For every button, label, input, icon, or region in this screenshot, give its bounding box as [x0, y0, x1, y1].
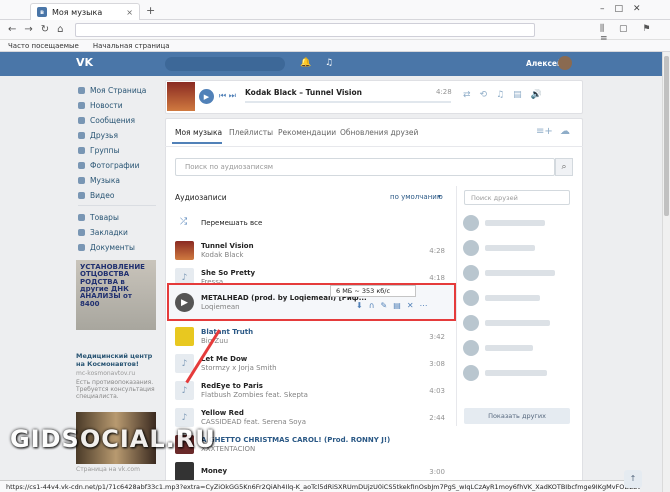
friend-item[interactable]: [463, 290, 575, 306]
tab-my-music[interactable]: Моя музыка: [175, 128, 222, 137]
bitrate-tooltip: 6 МБ ~ 353 кб/с: [330, 285, 416, 297]
friend-item[interactable]: [463, 215, 575, 231]
photo-icon: [78, 162, 85, 169]
status-bar-url: https://cs1-44v4.vk-cdn.net/p1/71c6428ab…: [0, 480, 640, 492]
sidebar-item-video[interactable]: Видео: [78, 191, 158, 200]
window-controls[interactable]: –□✕: [600, 4, 651, 14]
music-icon: [78, 177, 85, 184]
sidebar-item-groups[interactable]: Группы: [78, 146, 158, 155]
friend-item[interactable]: [463, 365, 575, 381]
tab-close-icon[interactable]: ×: [126, 8, 133, 17]
sidebar-item-goods[interactable]: Товары: [78, 213, 158, 222]
bookmark-frequent[interactable]: Часто посещаемые: [8, 42, 79, 50]
goods-icon: [78, 214, 85, 221]
avatar: [463, 315, 479, 331]
tab-recommendations[interactable]: Рекомендации: [278, 128, 336, 137]
play-icon[interactable]: ▶: [175, 293, 194, 312]
home-icon: [78, 87, 85, 94]
avatar: [463, 340, 479, 356]
avatar[interactable]: [558, 56, 572, 70]
ad-banner[interactable]: УСТАНОВЛЕНИЕ ОТЦОВСТВА РОДСТВА в другие …: [76, 260, 156, 330]
scroll-up-icon[interactable]: ↑: [624, 470, 642, 488]
sidebar-item-docs[interactable]: Документы: [78, 243, 158, 252]
player-track-title: Kodak Black – Tunnel Vision: [245, 88, 362, 97]
sidebar-item-profile[interactable]: Моя Страница: [78, 86, 158, 95]
prev-next-icon[interactable]: ⏮ ⏭: [219, 91, 236, 101]
tab-active-indicator: [172, 142, 222, 144]
sort-select[interactable]: по умолчанию: [390, 193, 443, 201]
bell-icon[interactable]: 🔔: [300, 58, 311, 68]
sidebar-item-bookmarks[interactable]: Закладки: [78, 228, 158, 237]
player-progress[interactable]: [245, 101, 451, 103]
friends-search-input[interactable]: Поиск друзей: [464, 190, 570, 205]
browser-tab[interactable]: в Моя музыка ×: [30, 3, 140, 20]
player-cover: [167, 82, 195, 111]
music-note-icon[interactable]: ♫: [325, 58, 333, 68]
tab-friends-updates[interactable]: Обновления друзей: [340, 128, 418, 137]
header-username[interactable]: Алексей: [526, 59, 562, 68]
upload-icon[interactable]: ☁: [560, 126, 570, 137]
avatar: [463, 240, 479, 256]
avatar: [463, 265, 479, 281]
chevron-down-icon: ▾: [438, 193, 442, 200]
list-item[interactable]: Tunnel Vision Kodak Black 4:28: [175, 237, 445, 264]
ad-description: Есть противопоказания. Требуется консуль…: [76, 379, 155, 400]
tab-title: Моя музыка: [52, 7, 103, 17]
avatar: [463, 365, 479, 381]
track-cover: [175, 327, 194, 346]
friend-item[interactable]: [463, 240, 575, 256]
friend-item[interactable]: [463, 315, 575, 331]
list-item[interactable]: ♪ Let Me Dow Stormzy x Jorja Smith 3:08: [175, 350, 445, 377]
shuffle-icon[interactable]: ⤮: [180, 217, 187, 227]
sidebar-item-photos[interactable]: Фотографии: [78, 161, 158, 170]
star-icon: [78, 229, 85, 236]
sidebar-item-friends[interactable]: Друзья: [78, 131, 158, 140]
tab-playlists[interactable]: Плейлисты: [229, 128, 273, 137]
message-icon: [78, 117, 85, 124]
list-item[interactable]: ♪ RedEye to Paris Flatbush Zombies feat. S…: [175, 377, 445, 404]
add-playlist-icon[interactable]: ≡+: [536, 126, 553, 137]
bookmark-home[interactable]: Начальная страница: [93, 42, 170, 50]
new-tab-icon[interactable]: +: [146, 4, 155, 17]
news-icon: [78, 102, 85, 109]
watermark: GIDSOCIAL.RU: [10, 425, 216, 453]
ad-bottom-text: Страница на vk.com: [76, 466, 140, 473]
player-time: 4:28: [436, 88, 452, 96]
scrollbar-thumb[interactable]: [664, 56, 669, 216]
friends-icon: [78, 132, 85, 139]
show-more-friends-button[interactable]: Показать других: [464, 408, 570, 424]
vk-logo[interactable]: VK: [76, 56, 96, 72]
ad-caption[interactable]: Медицинский центр на Космонавтов!: [76, 352, 158, 368]
sidebar-item-messages[interactable]: Сообщения: [78, 116, 158, 125]
friend-item[interactable]: [463, 265, 575, 281]
vk-favicon-icon: в: [37, 7, 47, 17]
ad-site[interactable]: mc-kosmonavtov.ru: [76, 370, 135, 377]
nav-buttons-icon[interactable]: ←→↻⌂: [8, 24, 71, 35]
track-cover: [175, 462, 194, 481]
player-controls-icons[interactable]: ⇄⟲♫▤🔊: [463, 90, 551, 100]
document-icon: [78, 244, 85, 251]
track-cover: [175, 241, 194, 260]
avatar: [463, 290, 479, 306]
list-title: Аудиозаписи: [175, 193, 227, 202]
play-button-icon[interactable]: ▶: [199, 89, 214, 104]
header-search-input[interactable]: [165, 57, 285, 71]
tabs-divider: [165, 146, 583, 147]
groups-icon: [78, 147, 85, 154]
sidebar-divider: [78, 205, 156, 206]
video-icon: [78, 192, 85, 199]
audio-search-input[interactable]: Поиск по аудиозаписям: [175, 158, 555, 176]
url-bar[interactable]: [75, 23, 535, 37]
bookmarks-bar: Часто посещаемые Начальная страница: [0, 40, 670, 52]
friend-item[interactable]: [463, 340, 575, 356]
avatar: [463, 215, 479, 231]
sidebar-item-music[interactable]: Музыка: [78, 176, 158, 185]
music-note-icon: ♪: [175, 381, 194, 400]
track-actions-icons[interactable]: ⬇∩✎▤✕⋯: [356, 301, 434, 310]
search-icon[interactable]: ⌕: [555, 158, 573, 176]
shuffle-all[interactable]: Перемешать все: [201, 219, 262, 227]
sidebar-item-news[interactable]: Новости: [78, 101, 158, 110]
